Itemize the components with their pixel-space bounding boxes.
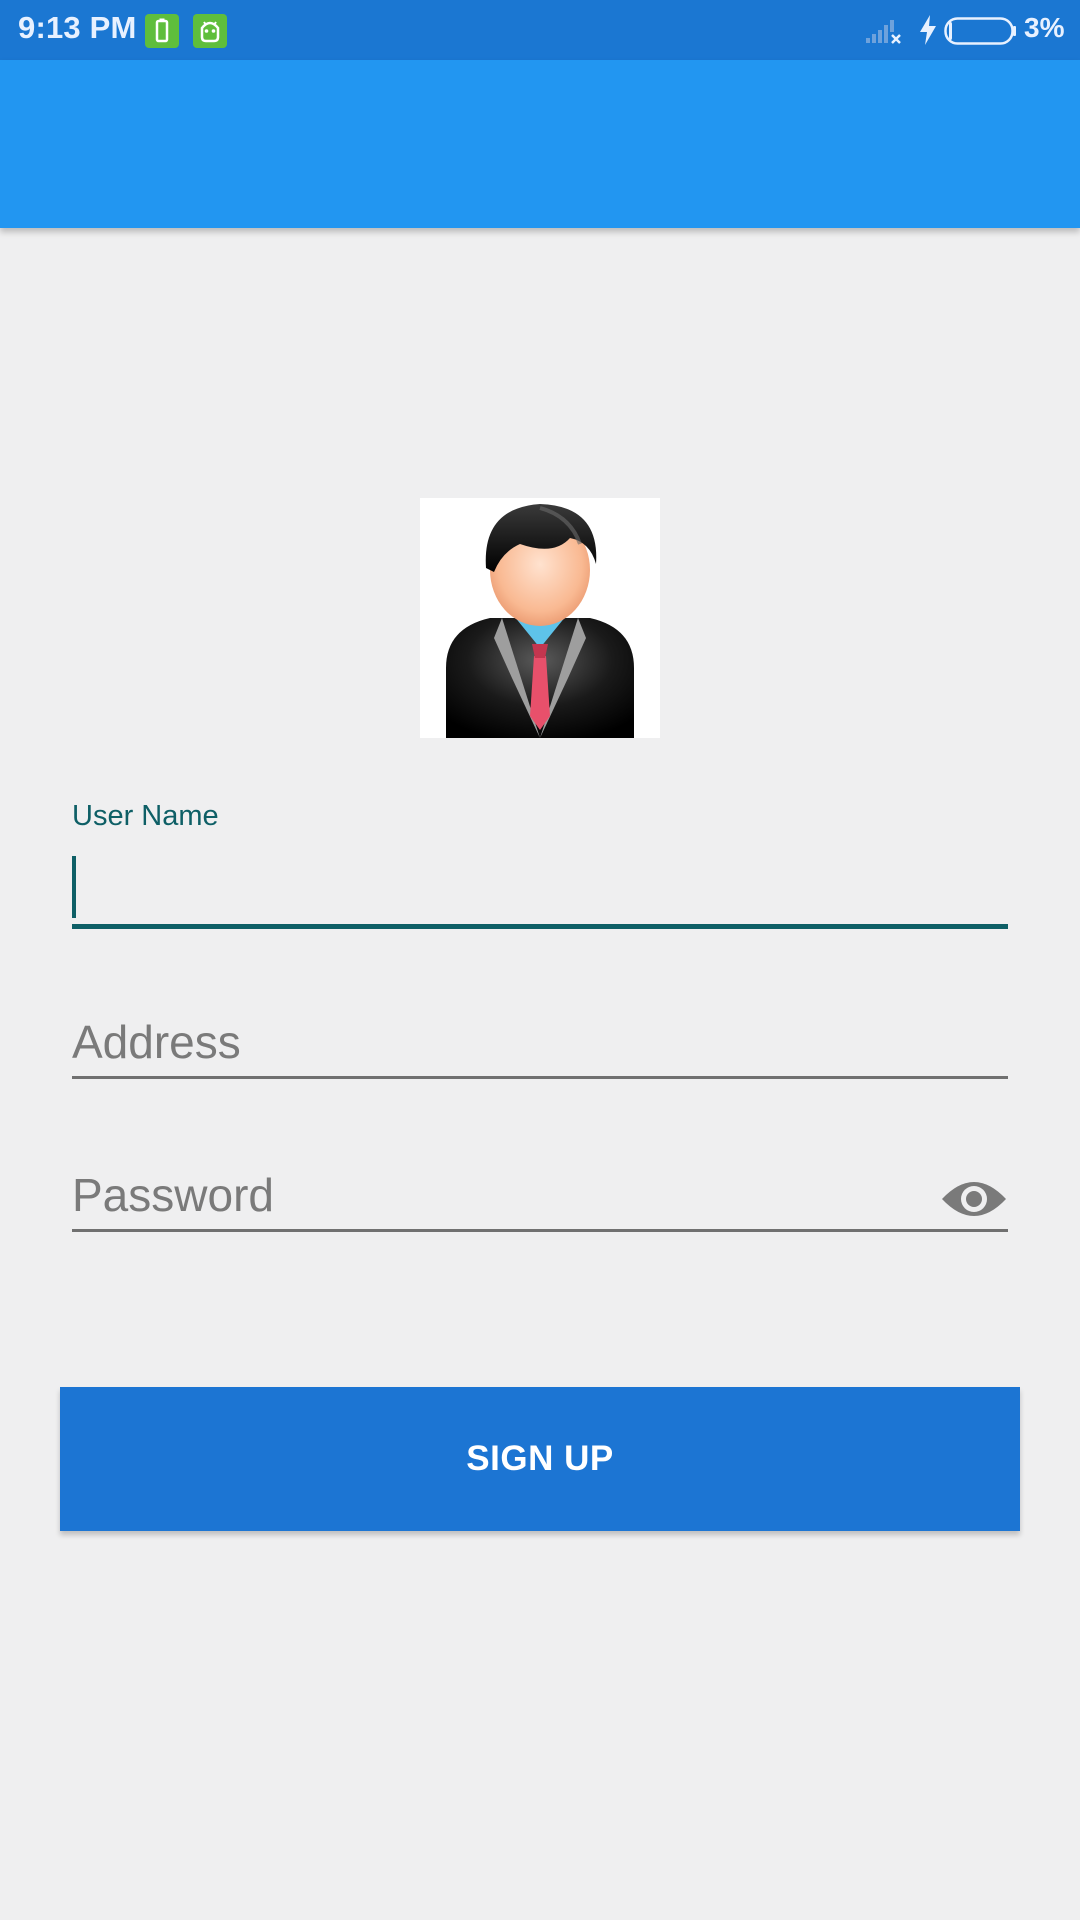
password-field [72, 1157, 1008, 1233]
text-cursor [72, 856, 76, 918]
battery-saver-icon [145, 14, 179, 48]
username-field [72, 852, 1008, 930]
charging-bolt-icon [918, 14, 938, 51]
screen: 9:13 PM 3% User Name Address SIGN UP [0, 0, 1080, 1920]
no-signal-icon [864, 16, 904, 51]
address-underline [72, 1076, 1008, 1079]
address-input[interactable] [72, 1004, 932, 1080]
username-input[interactable] [72, 852, 932, 930]
password-underline [72, 1229, 1008, 1232]
app-bar [0, 60, 1080, 228]
password-input[interactable] [72, 1157, 932, 1233]
status-time: 9:13 PM [18, 10, 137, 45]
android-debug-icon [193, 14, 227, 48]
battery-percentage: 3% [1024, 12, 1065, 43]
sign-up-button[interactable]: SIGN UP [60, 1387, 1020, 1531]
status-bar: 9:13 PM 3% [0, 0, 1080, 60]
address-field [72, 1004, 1008, 1080]
username-underline [72, 924, 1008, 929]
battery-icon [944, 17, 1018, 50]
eye-icon[interactable] [940, 1175, 1008, 1228]
businessman-avatar-icon [420, 498, 660, 738]
username-label: User Name [72, 800, 219, 832]
